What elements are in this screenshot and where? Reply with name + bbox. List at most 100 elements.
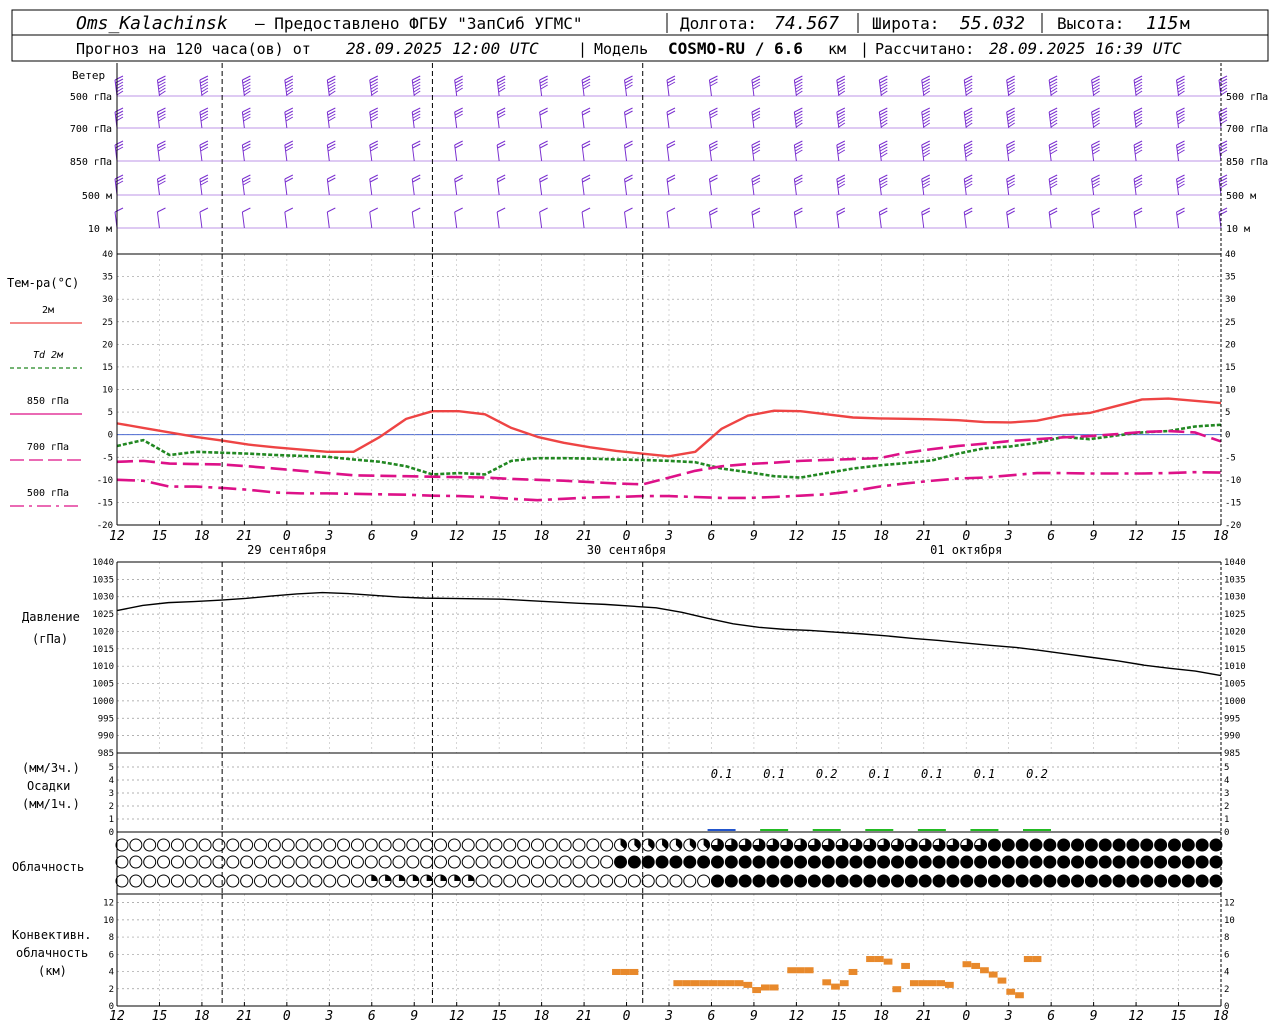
cloud-cover-symbol xyxy=(697,874,711,888)
wind-barb xyxy=(793,174,839,196)
conv-cloud-bar xyxy=(612,968,621,975)
cloud-title: Облачность xyxy=(12,860,84,874)
wind-barb xyxy=(793,207,839,229)
pressure-tick-right: 1030 xyxy=(1224,593,1246,603)
cloud-cover-symbol xyxy=(1112,838,1126,852)
wind-barb xyxy=(666,174,712,196)
wind-barb-feather xyxy=(369,207,378,213)
cloud-cover-symbol xyxy=(1126,838,1140,852)
cloud-cover-symbol xyxy=(752,838,766,852)
cloud-cover-symbol xyxy=(129,838,143,852)
cloud-circle xyxy=(738,855,752,869)
cloud-cover-symbol xyxy=(558,838,572,852)
wind-barb-feather xyxy=(157,207,166,213)
cloud-cover-symbol xyxy=(849,874,863,888)
pressure-tick-left: 1035 xyxy=(92,575,114,585)
cloud-cover-symbol xyxy=(170,874,184,888)
hour-label: 18 xyxy=(1213,529,1229,544)
conv-cloud-bar xyxy=(673,980,683,987)
cloud-circle xyxy=(766,874,780,888)
cloud-circle xyxy=(406,855,420,869)
cloud-cover-symbol xyxy=(503,855,517,869)
precip-tick-right: 0 xyxy=(1224,828,1229,838)
cloud-cover-symbol xyxy=(821,838,835,852)
hour-label: 15 xyxy=(831,529,847,544)
conv-cloud-bar xyxy=(936,980,945,987)
cloud-circle xyxy=(1098,874,1112,888)
wind-barb xyxy=(539,107,585,129)
hour-label: 12 xyxy=(449,1009,465,1024)
hour-label: 12 xyxy=(789,1009,805,1024)
cloud-cover-symbol xyxy=(212,838,226,852)
cloud-cover-symbol xyxy=(350,838,364,852)
pressure-tick-right: 990 xyxy=(1224,732,1240,742)
cloud-circle xyxy=(115,874,129,888)
precip-bar xyxy=(917,829,946,831)
cloud-cover-symbol xyxy=(641,838,655,852)
wind-barb xyxy=(454,207,500,229)
cloud-cover-symbol xyxy=(641,874,655,888)
cloud-circle xyxy=(503,874,517,888)
conv-cloud-bar xyxy=(699,980,709,987)
cloud-cover-symbol xyxy=(835,855,849,869)
conv-cloud-bar xyxy=(1023,956,1033,963)
cloud-cover-symbol xyxy=(267,838,281,852)
cloud-cover-symbol xyxy=(1071,855,1085,869)
cloud-cover-symbol xyxy=(143,838,157,852)
wind-barb xyxy=(708,75,754,97)
pressure-tick-left: 1030 xyxy=(92,593,114,603)
wind-barb xyxy=(1176,140,1221,162)
cloud-cover-symbol xyxy=(447,855,461,869)
cloud-circle xyxy=(184,838,198,852)
cloud-cover-symbol xyxy=(184,838,198,852)
cloud-cover-symbol xyxy=(807,874,821,888)
conv-cloud-bar xyxy=(945,981,954,988)
wind-barb xyxy=(284,107,330,129)
temp-tick-right: 35 xyxy=(1225,273,1236,283)
cloud-circle xyxy=(281,838,295,852)
cloud-cover-symbol xyxy=(1195,855,1209,869)
precip-title-1: (мм/3ч.) xyxy=(22,761,80,775)
day-label: 30 сентября xyxy=(587,543,666,557)
temp-legend-label: 700 гПа xyxy=(27,442,69,453)
wind-barb xyxy=(793,75,839,97)
wind-barb xyxy=(369,207,415,229)
cloud-cover-symbol xyxy=(572,855,586,869)
cloud-fill xyxy=(371,875,378,881)
cloud-cover-symbol xyxy=(434,874,448,888)
wind-barb-staff xyxy=(581,211,585,229)
cloud-cover-symbol xyxy=(946,855,960,869)
cloud-cover-symbol xyxy=(1071,838,1085,852)
cloud-circle xyxy=(946,874,960,888)
cloud-circle xyxy=(1112,855,1126,869)
cloud-cover-symbol xyxy=(1015,874,1029,888)
cloud-circle xyxy=(475,838,489,852)
precip-amount-label: 0.1 xyxy=(868,767,890,781)
hour-label: 9 xyxy=(750,529,758,544)
cloud-circle xyxy=(323,838,337,852)
cloud-circle xyxy=(1167,838,1181,852)
wind-barb xyxy=(793,140,839,162)
cloud-cover-symbol xyxy=(420,874,434,888)
cloud-circle xyxy=(849,874,863,888)
cloud-circle xyxy=(987,855,1001,869)
wind-barb xyxy=(156,174,202,196)
wind-barb xyxy=(454,75,500,97)
wind-barb xyxy=(921,174,967,196)
cloud-cover-symbol xyxy=(807,855,821,869)
conv-cloud-bar xyxy=(717,980,726,987)
cloud-circle xyxy=(683,874,697,888)
cloud-cover-symbol xyxy=(447,838,461,852)
provider-text: — Предоставлено ФГБУ "ЗапСиб УГМС" xyxy=(255,14,583,33)
cloud-circle xyxy=(600,838,614,852)
wind-barb xyxy=(708,140,754,162)
wind-barb xyxy=(1176,174,1221,196)
cloud-cover-symbol xyxy=(323,874,337,888)
wind-barb-feather xyxy=(242,207,251,213)
cloud-cover-symbol xyxy=(198,855,212,869)
cloud-cover-symbol xyxy=(1112,855,1126,869)
cloud-circle xyxy=(1167,874,1181,888)
cloud-cover-symbol xyxy=(184,855,198,869)
hour-label: 21 xyxy=(916,529,932,544)
cloud-cover-symbol xyxy=(544,874,558,888)
